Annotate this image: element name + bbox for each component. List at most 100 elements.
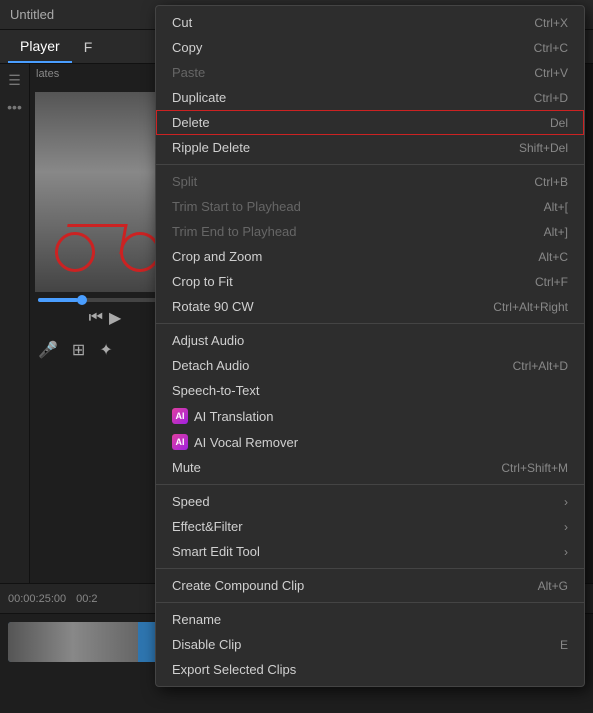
context-menu: Cut Ctrl+X Copy Ctrl+C Paste Ctrl+V Duplicate C… — [155, 5, 585, 687]
menu-label-smart-edit: Smart Edit Tool — [172, 544, 260, 559]
menu-item-crop-fit[interactable]: Crop to Fit Ctrl+F — [156, 269, 584, 294]
menu-shortcut-duplicate: Ctrl+D — [534, 91, 568, 105]
menu-shortcut-disable-clip: E — [560, 638, 568, 652]
bike-wheel-front — [120, 232, 160, 272]
menu-shortcut-rotate: Ctrl+Alt+Right — [493, 300, 568, 314]
menu-item-ai-vocal[interactable]: AIAI Vocal Remover — [156, 429, 584, 455]
menu-separator-compound — [156, 602, 584, 603]
menu-separator-ripple-delete — [156, 164, 584, 165]
progress-fill — [38, 298, 78, 302]
menu-item-adjust-audio[interactable]: Adjust Audio — [156, 328, 584, 353]
menu-ai-wrapper-ai-translation: AIAI Translation — [172, 408, 274, 424]
menu-shortcut-delete: Del — [550, 116, 568, 130]
tab-second[interactable]: F — [72, 30, 105, 63]
menu-label-compound: Create Compound Clip — [172, 578, 304, 593]
menu-shortcut-compound: Alt+G — [538, 579, 568, 593]
menu-label-effect-filter: Effect&Filter — [172, 519, 243, 534]
ai-badge-ai-translation: AI — [172, 408, 188, 424]
menu-item-detach-audio[interactable]: Detach Audio Ctrl+Alt+D — [156, 353, 584, 378]
menu-arrow-speed: › — [564, 495, 568, 509]
clip-thumbnail — [8, 622, 138, 662]
menu-label-split: Split — [172, 174, 197, 189]
menu-item-trim-end: Trim End to Playhead Alt+] — [156, 219, 584, 244]
menu-label-crop-zoom: Crop and Zoom — [172, 249, 262, 264]
progress-thumb — [77, 295, 87, 305]
menu-label-cut: Cut — [172, 15, 192, 30]
menu-label-duplicate: Duplicate — [172, 90, 226, 105]
menu-item-compound[interactable]: Create Compound Clip Alt+G — [156, 573, 584, 598]
menu-shortcut-crop-zoom: Alt+C — [538, 250, 568, 264]
menu-separator-rotate — [156, 323, 584, 324]
menu-shortcut-split: Ctrl+B — [534, 175, 568, 189]
panel-dots-icon[interactable]: ••• — [7, 99, 22, 115]
menu-item-effect-filter[interactable]: Effect&Filter › — [156, 514, 584, 539]
menu-item-copy[interactable]: Copy Ctrl+C — [156, 35, 584, 60]
menu-item-duplicate[interactable]: Duplicate Ctrl+D — [156, 85, 584, 110]
menu-label-crop-fit: Crop to Fit — [172, 274, 233, 289]
tab-player[interactable]: Player — [8, 30, 72, 63]
menu-item-paste: Paste Ctrl+V — [156, 60, 584, 85]
timestamp2-label: 00:2 — [76, 593, 97, 605]
menu-label-delete: Delete — [172, 115, 210, 130]
menu-label-adjust-audio: Adjust Audio — [172, 333, 244, 348]
menu-item-rename[interactable]: Rename — [156, 607, 584, 632]
mic-icon[interactable]: 🎤 — [38, 340, 58, 360]
ai-badge-ai-vocal: AI — [172, 434, 188, 450]
magic-icon[interactable]: ✦ — [99, 340, 112, 360]
menu-label-speech-to-text: Speech-to-Text — [172, 383, 259, 398]
menu-item-cut[interactable]: Cut Ctrl+X — [156, 10, 584, 35]
menu-item-mute[interactable]: Mute Ctrl+Shift+M — [156, 455, 584, 480]
menu-label-rename: Rename — [172, 612, 221, 627]
menu-shortcut-mute: Ctrl+Shift+M — [501, 461, 568, 475]
menu-shortcut-copy: Ctrl+C — [534, 41, 568, 55]
progress-track[interactable] — [38, 298, 172, 302]
play-button[interactable]: ▶ — [109, 308, 121, 328]
menu-shortcut-cut: Ctrl+X — [534, 16, 568, 30]
menu-label-copy: Copy — [172, 40, 202, 55]
menu-ai-wrapper-ai-vocal: AIAI Vocal Remover — [172, 434, 298, 450]
left-panel-icons: ☰ ••• — [0, 64, 30, 583]
panel-list-icon[interactable]: ☰ — [8, 72, 21, 89]
menu-label-disable-clip: Disable Clip — [172, 637, 241, 652]
menu-shortcut-detach-audio: Ctrl+Alt+D — [513, 359, 568, 373]
menu-item-rotate[interactable]: Rotate 90 CW Ctrl+Alt+Right — [156, 294, 584, 319]
menu-item-delete[interactable]: Delete Del — [156, 110, 584, 135]
app-title: Untitled — [10, 7, 54, 22]
menu-label-ai-translation: AIAI Translation — [172, 408, 274, 424]
menu-shortcut-crop-fit: Ctrl+F — [535, 275, 568, 289]
menu-label-mute: Mute — [172, 460, 201, 475]
menu-label-rotate: Rotate 90 CW — [172, 299, 254, 314]
menu-item-disable-clip[interactable]: Disable Clip E — [156, 632, 584, 657]
menu-item-ripple-delete[interactable]: Ripple Delete Shift+Del — [156, 135, 584, 160]
timeline-icon[interactable]: ⊞ — [72, 340, 85, 360]
menu-shortcut-paste: Ctrl+V — [534, 66, 568, 80]
menu-shortcut-trim-start: Alt+[ — [544, 200, 568, 214]
menu-item-ai-translation[interactable]: AIAI Translation — [156, 403, 584, 429]
menu-separator-smart-edit — [156, 568, 584, 569]
menu-label-speed: Speed — [172, 494, 210, 509]
menu-label-ai-vocal: AIAI Vocal Remover — [172, 434, 298, 450]
menu-label-paste: Paste — [172, 65, 205, 80]
menu-separator-mute — [156, 484, 584, 485]
rewind-button[interactable]: ⏮ — [89, 309, 103, 327]
bike-image — [35, 92, 175, 292]
menu-item-speech-to-text[interactable]: Speech-to-Text — [156, 378, 584, 403]
menu-shortcut-trim-end: Alt+] — [544, 225, 568, 239]
menu-item-export[interactable]: Export Selected Clips — [156, 657, 584, 682]
bike-frame — [62, 224, 127, 254]
menu-item-split: Split Ctrl+B — [156, 169, 584, 194]
menu-shortcut-ripple-delete: Shift+Del — [519, 141, 568, 155]
menu-item-speed[interactable]: Speed › — [156, 489, 584, 514]
menu-item-crop-zoom[interactable]: Crop and Zoom Alt+C — [156, 244, 584, 269]
menu-label-trim-end: Trim End to Playhead — [172, 224, 297, 239]
menu-label-ripple-delete: Ripple Delete — [172, 140, 250, 155]
menu-item-smart-edit[interactable]: Smart Edit Tool › — [156, 539, 584, 564]
timestamp-label: 00:00:25:00 — [8, 593, 66, 605]
player-preview — [35, 92, 175, 292]
menu-arrow-effect-filter: › — [564, 520, 568, 534]
menu-item-trim-start: Trim Start to Playhead Alt+[ — [156, 194, 584, 219]
menu-label-trim-start: Trim Start to Playhead — [172, 199, 301, 214]
menu-arrow-smart-edit: › — [564, 545, 568, 559]
menu-label-export: Export Selected Clips — [172, 662, 296, 677]
menu-label-detach-audio: Detach Audio — [172, 358, 249, 373]
